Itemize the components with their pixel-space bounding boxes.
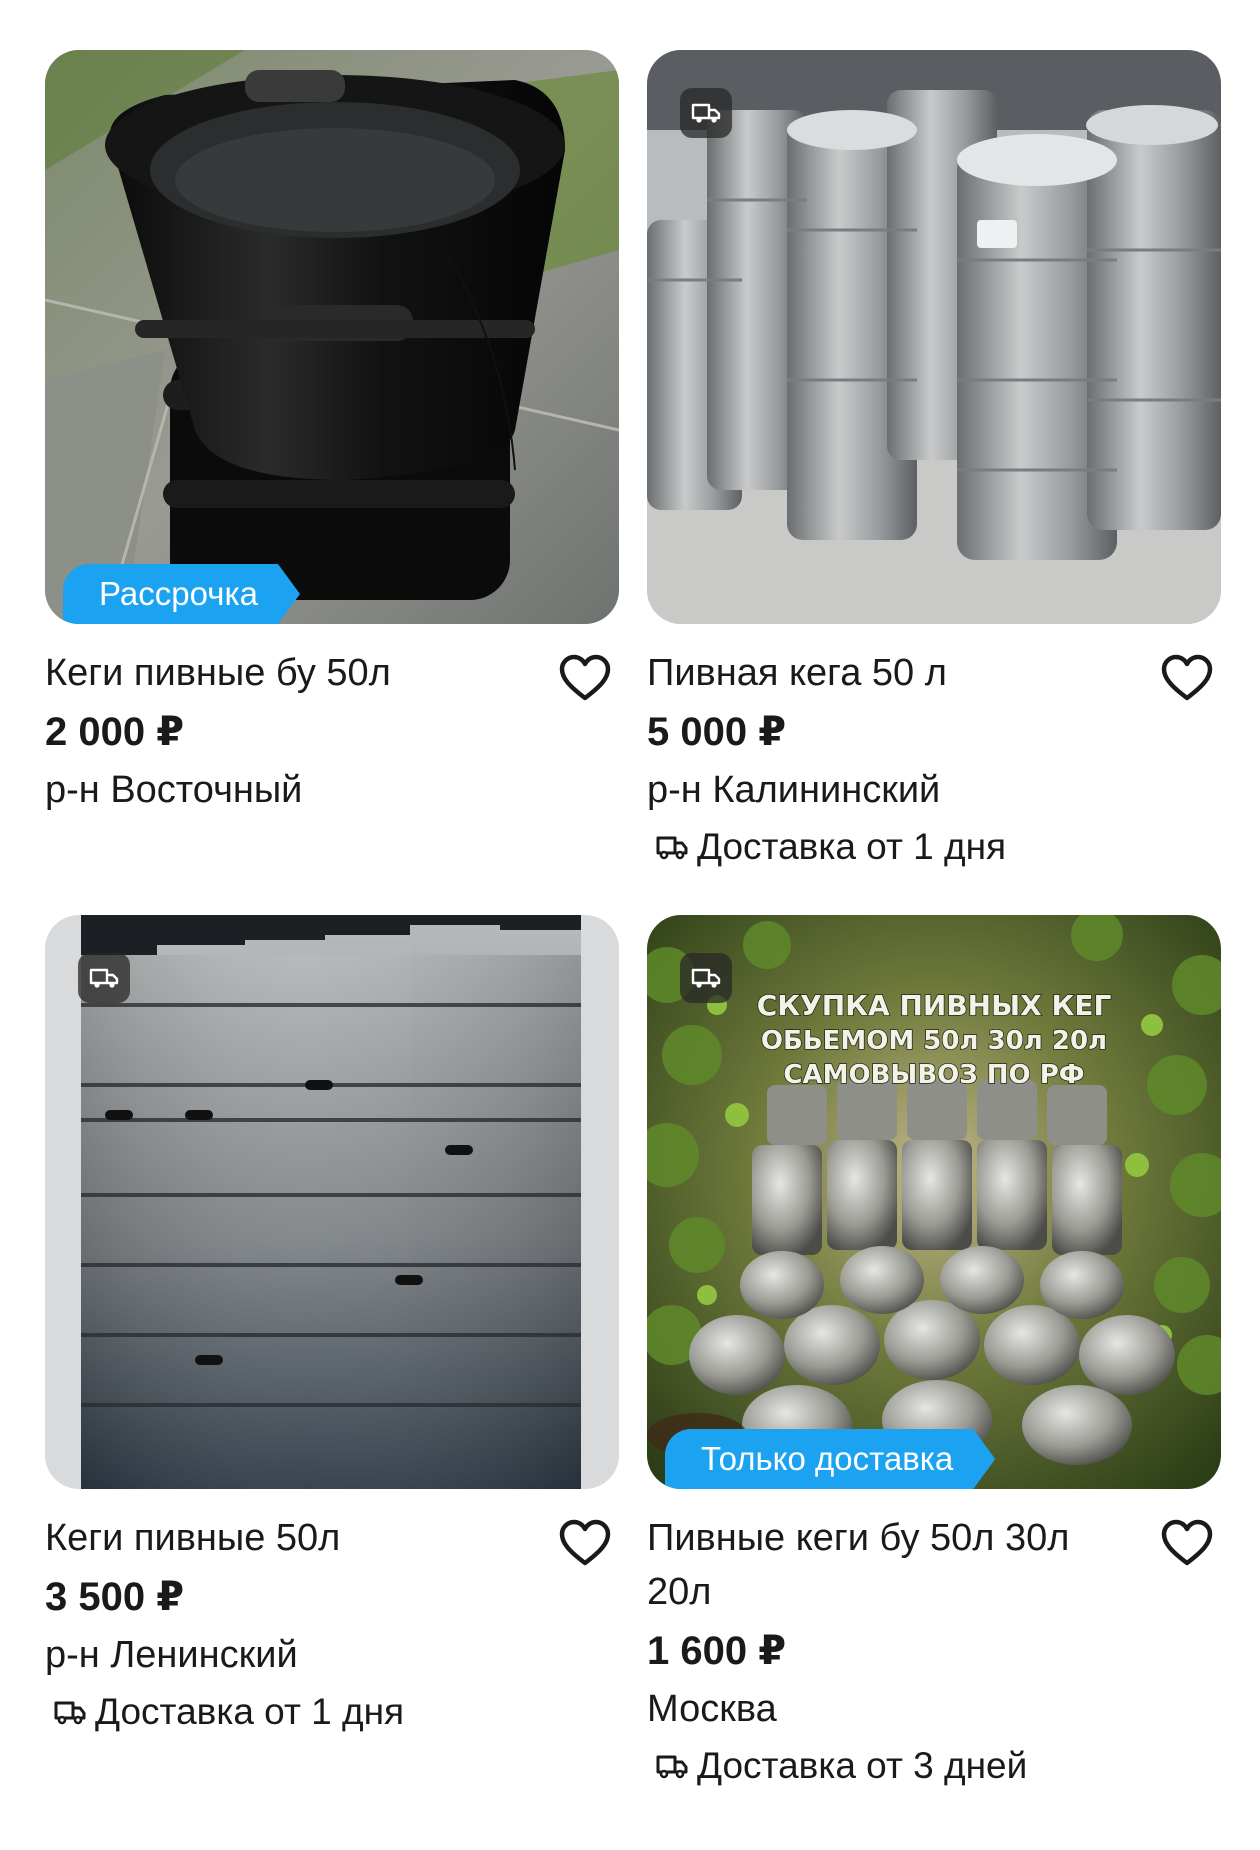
keg-photo-black bbox=[45, 50, 619, 624]
listing-card[interactable]: Кеги пивные 50л 3 500 ₽ р-н Ленинский До… bbox=[45, 915, 619, 1741]
delivery-chip bbox=[78, 953, 130, 1003]
listing-price: 2 000 ₽ bbox=[45, 710, 185, 754]
delivery-info: Доставка от 1 дня bbox=[53, 1683, 619, 1741]
ad-caption-line-3: САМОВЫВОЗ ПО РФ bbox=[783, 1060, 1084, 1090]
listing-photo[interactable]: СКУПКА ПИВНЫХ КЕГ ОБЬЕМОМ 50л 30л 20л СА… bbox=[647, 915, 1221, 1489]
listing-title[interactable]: Пивные кеги бу 50л 30л 20л bbox=[647, 1511, 1127, 1619]
installment-badge: Рассрочка bbox=[63, 564, 300, 624]
listing-title[interactable]: Кеги пивные 50л bbox=[45, 1511, 525, 1565]
listing-price: 1 600 ₽ bbox=[647, 1629, 787, 1673]
heart-outline-icon[interactable] bbox=[559, 1519, 611, 1567]
truck-icon bbox=[656, 836, 688, 860]
listing-location: р-н Калининский bbox=[647, 769, 941, 811]
truck-icon bbox=[691, 103, 721, 123]
listing-card[interactable]: Рассрочка Кеги пивные бу 50л 2 000 ₽ р-н… bbox=[45, 50, 619, 818]
keg-photo-steel-stack bbox=[647, 50, 1221, 624]
truck-icon bbox=[89, 968, 119, 988]
heart-outline-icon[interactable] bbox=[1161, 1519, 1213, 1567]
listing-location: р-н Восточный bbox=[45, 769, 303, 811]
ad-caption-line-2: ОБЬЕМОМ 50л 30л 20л bbox=[761, 1026, 1107, 1056]
delivery-only-badge: Только доставка bbox=[665, 1429, 995, 1489]
heart-outline-icon[interactable] bbox=[559, 654, 611, 702]
delivery-text: Доставка от 1 дня bbox=[95, 1691, 405, 1732]
truck-icon bbox=[691, 968, 721, 988]
truck-icon bbox=[656, 1755, 688, 1779]
listing-info: Кеги пивные бу 50л 2 000 ₽ р-н Восточный bbox=[45, 624, 619, 818]
truck-icon bbox=[54, 1701, 86, 1725]
listing-photo[interactable] bbox=[45, 915, 619, 1489]
listing-location: р-н Ленинский bbox=[45, 1634, 298, 1676]
listing-grid: Рассрочка Кеги пивные бу 50л 2 000 ₽ р-н… bbox=[0, 0, 1260, 1850]
listing-price: 3 500 ₽ bbox=[45, 1575, 185, 1619]
delivery-info: Доставка от 3 дней bbox=[655, 1737, 1221, 1795]
delivery-text: Доставка от 3 дней bbox=[697, 1745, 1028, 1786]
keg-photo-hops-ad: СКУПКА ПИВНЫХ КЕГ ОБЬЕМОМ 50л 30л 20л СА… bbox=[647, 915, 1221, 1489]
listing-price: 5 000 ₽ bbox=[647, 710, 787, 754]
heart-outline-icon[interactable] bbox=[1161, 654, 1213, 702]
delivery-chip bbox=[680, 953, 732, 1003]
keg-photo-warehouse bbox=[45, 915, 619, 1489]
delivery-info: Доставка от 1 дня bbox=[655, 818, 1221, 876]
listing-card[interactable]: СКУПКА ПИВНЫХ КЕГ ОБЬЕМОМ 50л 30л 20л СА… bbox=[647, 915, 1221, 1795]
listing-info: Кеги пивные 50л 3 500 ₽ р-н Ленинский До… bbox=[45, 1489, 619, 1741]
ad-caption-line-1: СКУПКА ПИВНЫХ КЕГ bbox=[757, 989, 1112, 1022]
listing-card[interactable]: Пивная кега 50 л 5 000 ₽ р-н Калининский… bbox=[647, 50, 1221, 876]
listing-title[interactable]: Пивная кега 50 л bbox=[647, 646, 1127, 700]
delivery-text: Доставка от 1 дня bbox=[697, 826, 1007, 867]
listing-info: Пивные кеги бу 50л 30л 20л 1 600 ₽ Москв… bbox=[647, 1489, 1221, 1795]
listing-info: Пивная кега 50 л 5 000 ₽ р-н Калининский… bbox=[647, 624, 1221, 876]
listing-location: Москва bbox=[647, 1688, 777, 1730]
listing-photo[interactable] bbox=[647, 50, 1221, 624]
listing-title[interactable]: Кеги пивные бу 50л bbox=[45, 646, 525, 700]
delivery-chip bbox=[680, 88, 732, 138]
listing-photo[interactable]: Рассрочка bbox=[45, 50, 619, 624]
